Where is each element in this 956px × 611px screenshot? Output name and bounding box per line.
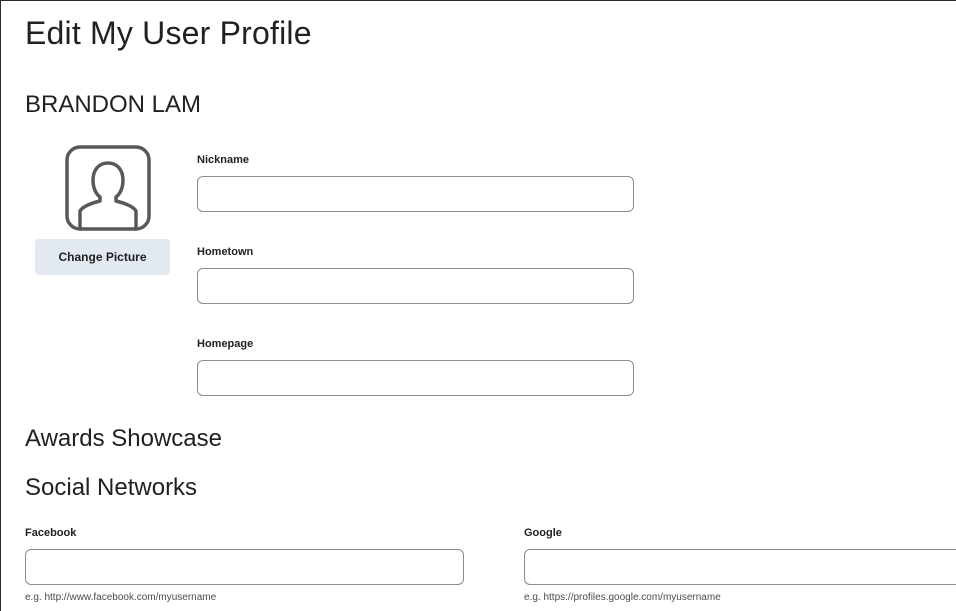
google-label: Google	[524, 527, 562, 539]
hometown-input[interactable]	[197, 268, 634, 304]
homepage-label: Homepage	[197, 338, 254, 350]
google-input[interactable]	[524, 549, 956, 585]
social-networks-heading: Social Networks	[25, 474, 198, 501]
profile-page: Edit My User Profile BRANDON LAM Change …	[0, 0, 956, 611]
awards-showcase-heading: Awards Showcase	[25, 425, 222, 452]
change-picture-button[interactable]: Change Picture	[35, 239, 170, 275]
nickname-label: Nickname	[197, 154, 249, 166]
facebook-help-text: e.g. http://www.facebook.com/myusername	[25, 592, 217, 603]
facebook-input[interactable]	[25, 549, 464, 585]
page-title: Edit My User Profile	[25, 15, 312, 51]
nickname-input[interactable]	[197, 176, 634, 212]
homepage-input[interactable]	[197, 360, 634, 396]
google-help-text: e.g. https://profiles.google.com/myusern…	[524, 592, 721, 603]
hometown-label: Hometown	[197, 246, 254, 258]
facebook-label: Facebook	[25, 527, 77, 539]
user-silhouette-icon	[65, 145, 151, 231]
user-name-heading: BRANDON LAM	[25, 91, 202, 118]
